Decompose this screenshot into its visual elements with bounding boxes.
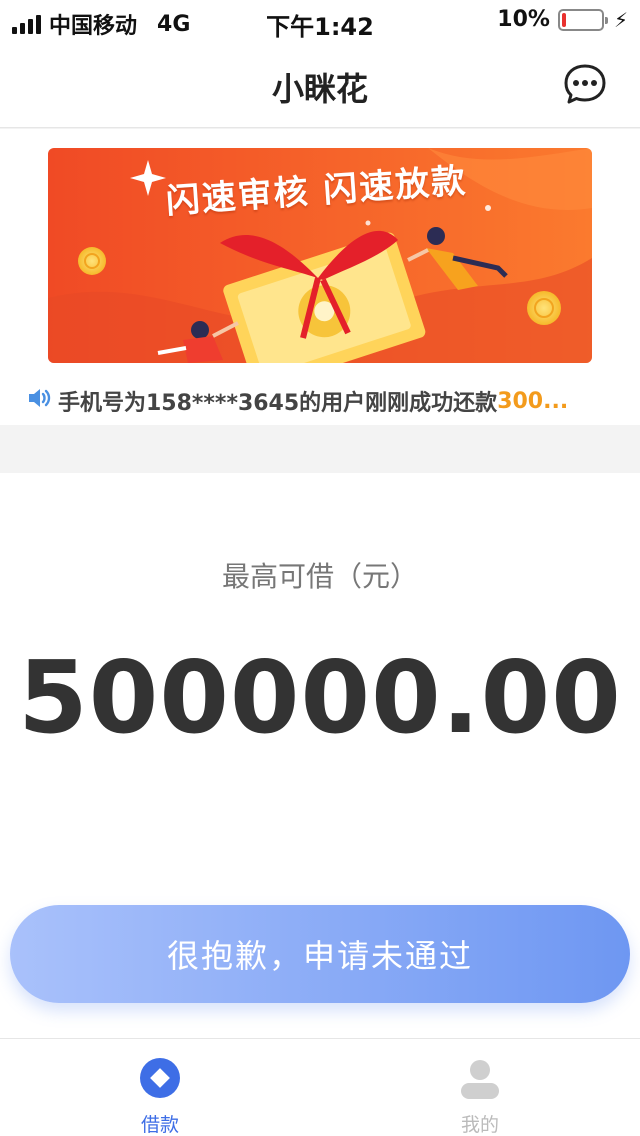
status-right: 10% ⚡︎ — [497, 7, 628, 32]
notice-text: 手机号为158****3645的用户刚刚成功还款 — [58, 391, 498, 416]
speaker-icon — [26, 385, 52, 417]
tab-label-loan: 借款 — [140, 1114, 179, 1136]
loan-diamond-icon — [140, 1058, 180, 1098]
battery-level-fill — [561, 12, 566, 27]
tab-loan[interactable]: 借款 — [0, 1039, 320, 1136]
limit-amount: 500000.00 — [18, 639, 622, 756]
tab-label-mine: 我的 — [460, 1114, 499, 1136]
limit-label: 最高可借（元） — [221, 560, 418, 593]
nav-bar: 小眯花 — [0, 40, 640, 128]
more-dots-icon[interactable] — [564, 64, 606, 104]
status-bar: 中国移动 4G 下午1:42 10% ⚡︎ — [0, 0, 640, 41]
user-icon — [461, 1060, 499, 1099]
promo-banner[interactable]: 闪速审核 闪速放款 — [48, 148, 592, 363]
top-card: 闪速审核 闪速放款 手机号为158****3645的用户刚刚成功还款 300... — [0, 129, 640, 425]
repayment-notice: 手机号为158****3645的用户刚刚成功还款 300... — [26, 383, 606, 419]
application-status-button[interactable]: 很抱歉，申请未通过 — [10, 905, 630, 1003]
tab-bar: 借款 我的 — [0, 1038, 640, 1136]
tab-mine[interactable]: 我的 — [320, 1039, 640, 1136]
page-title: 小眯花 — [271, 70, 368, 108]
battery-icon — [557, 8, 608, 31]
battery-percent: 10% — [497, 7, 550, 32]
charging-bolt-icon: ⚡︎ — [613, 7, 628, 32]
notice-amount: 300... — [497, 388, 569, 414]
